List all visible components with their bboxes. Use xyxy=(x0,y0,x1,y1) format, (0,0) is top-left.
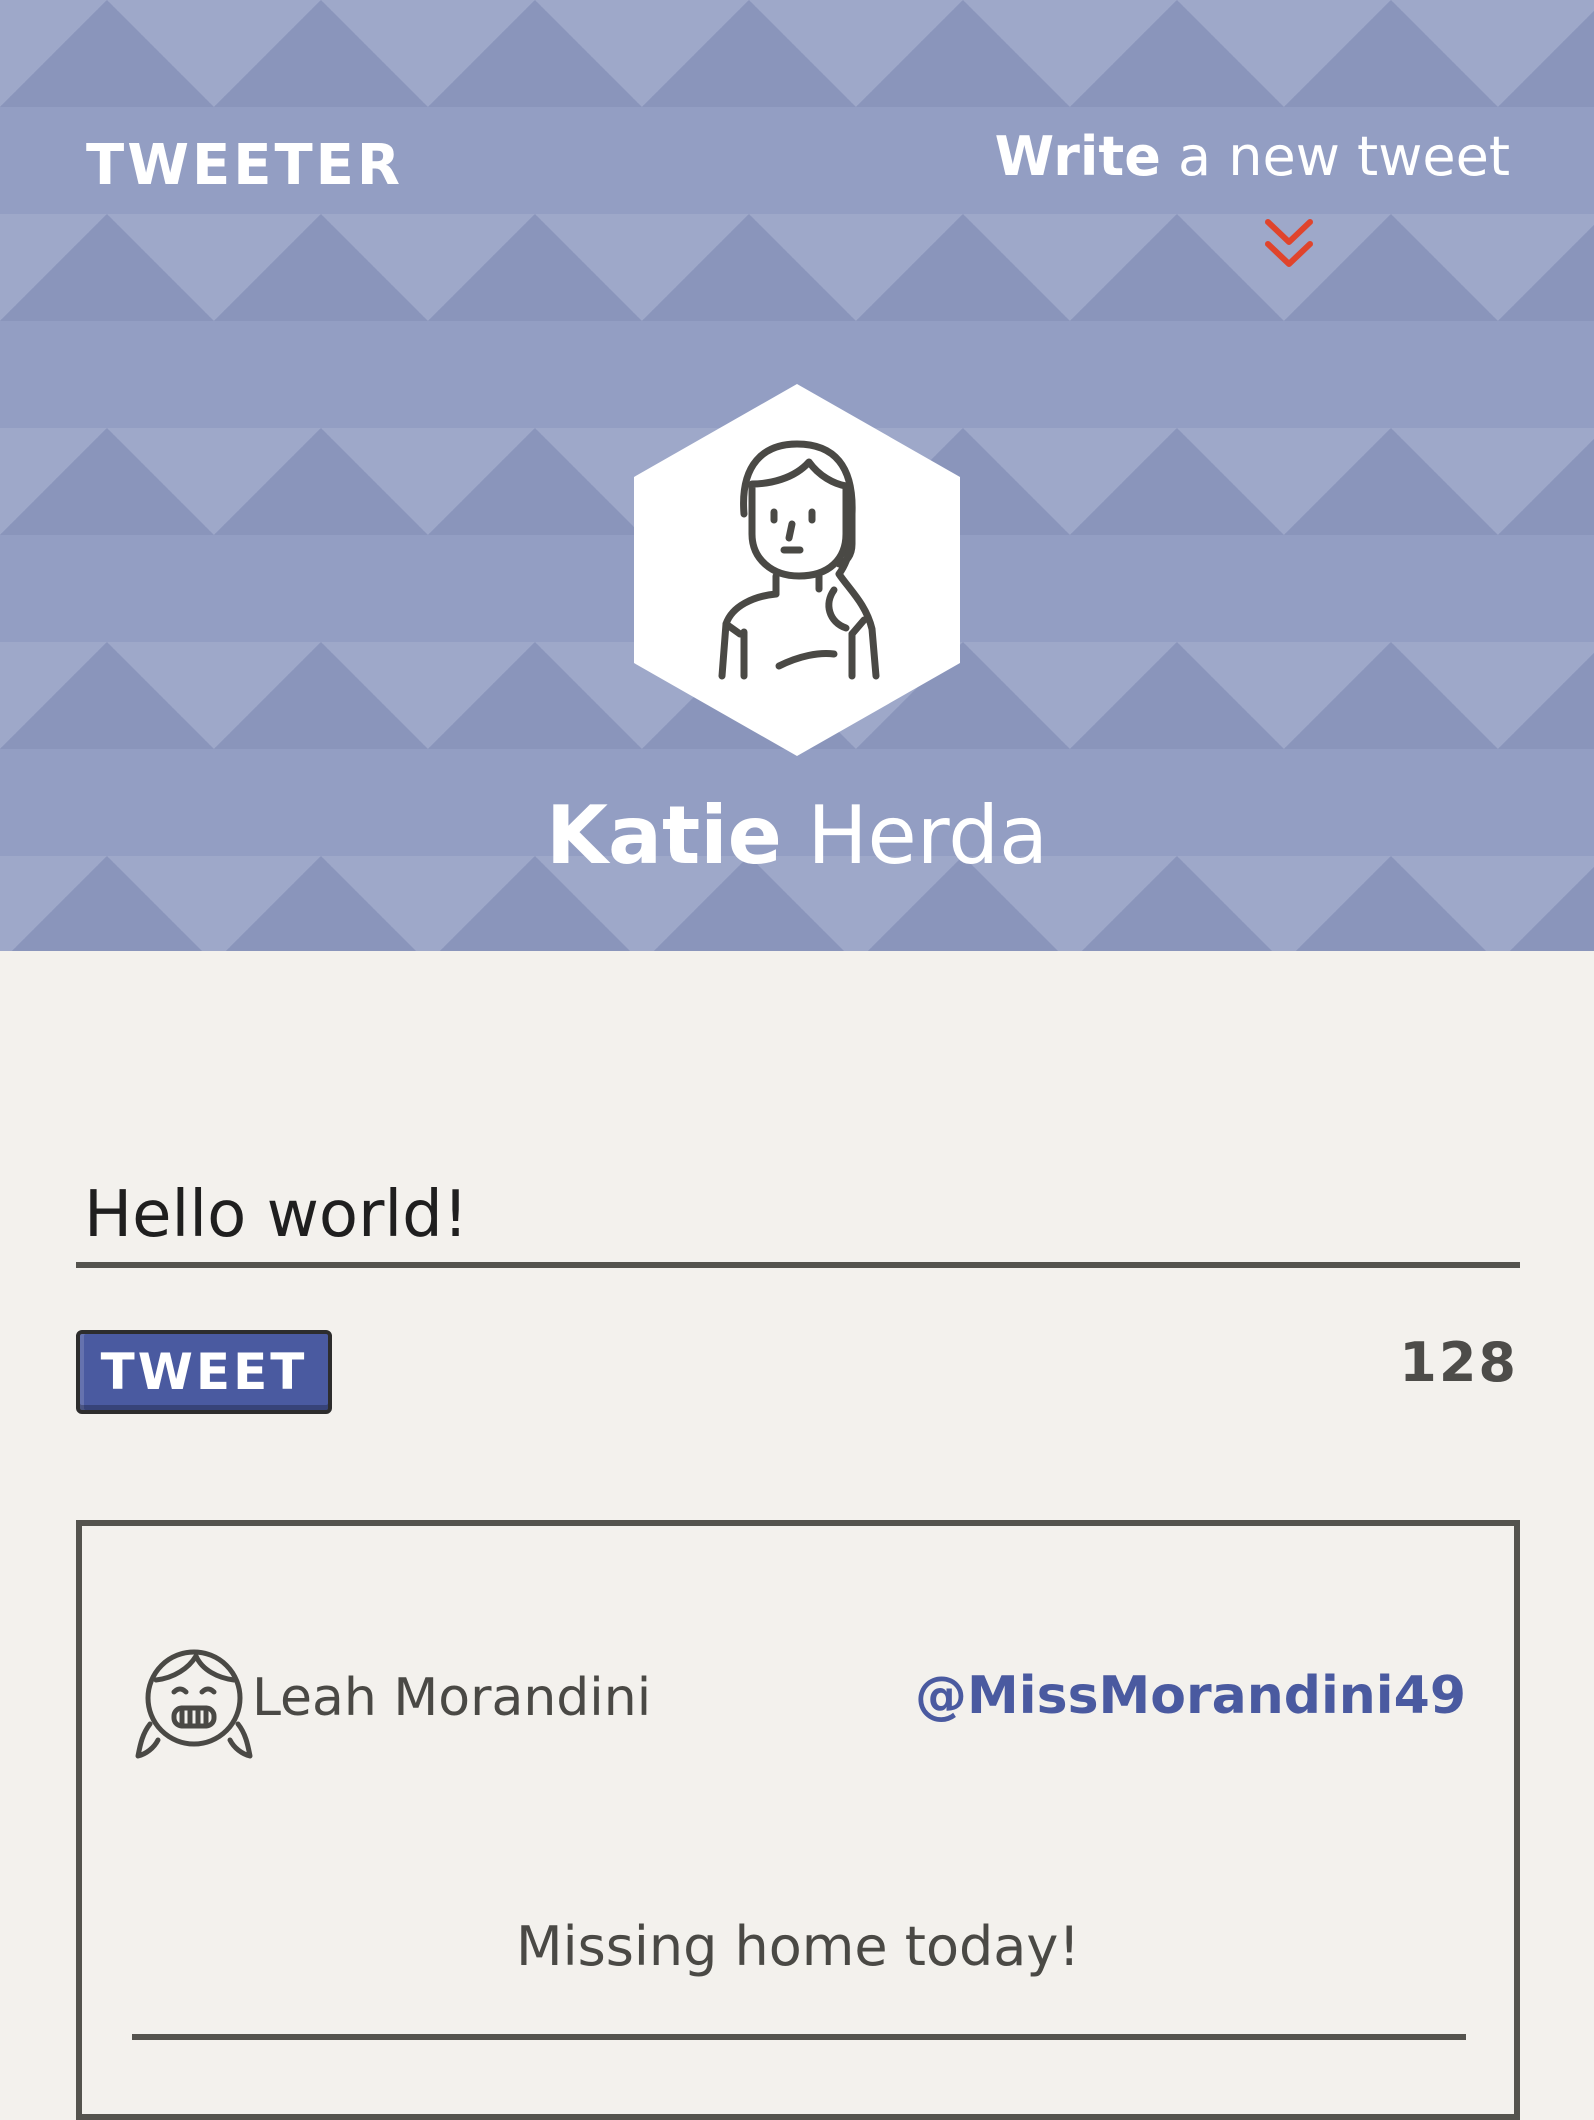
tweet-card: Leah Morandini @MissMorandini49 Missing … xyxy=(76,1520,1520,2120)
profile-avatar xyxy=(634,384,960,756)
tweet-text: Missing home today! xyxy=(516,1915,1080,1978)
profile-header: TWEETER Write a new tweet Katie Herda xyxy=(0,0,1594,951)
profile-name: Katie Herda xyxy=(0,796,1594,876)
tweet-author-name: Leah Morandini xyxy=(252,1668,652,1728)
brand-logo[interactable]: TWEETER xyxy=(86,138,403,194)
write-link-bold: Write xyxy=(994,125,1161,188)
write-new-tweet-link[interactable]: Write a new tweet xyxy=(995,130,1510,184)
tweet-author-handle[interactable]: @MissMorandini49 xyxy=(915,1670,1466,1722)
girl-avatar-icon xyxy=(135,1649,253,1759)
tweet-divider xyxy=(132,2034,1466,2040)
profile-first-name: Katie xyxy=(546,789,782,882)
double-chevron-down-icon[interactable] xyxy=(1262,216,1316,272)
character-counter: 128 xyxy=(1399,1331,1518,1394)
profile-last-name: Herda xyxy=(781,789,1048,882)
write-link-rest: a new tweet xyxy=(1160,125,1510,188)
tweet-input[interactable] xyxy=(76,1168,1520,1268)
tweet-button[interactable]: TWEET xyxy=(76,1330,332,1414)
